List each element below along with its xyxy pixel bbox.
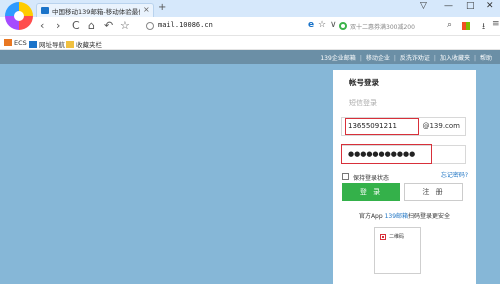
bookmarks-bar: ECS 网址导航 收藏夹栏: [0, 36, 500, 50]
bookmark-star-button[interactable]: ☆: [120, 20, 130, 32]
qr-broken-image-icon: [380, 234, 386, 240]
favorite-icon[interactable]: ☆: [318, 20, 326, 30]
login-panel: 帐号登录 短信登录 13655091211 @139.com ●●●●●●●●●…: [333, 70, 476, 284]
forgot-password-link[interactable]: 忘记密码?: [441, 170, 468, 179]
new-tab-button[interactable]: +: [158, 2, 166, 13]
tab-account-login[interactable]: 帐号登录: [349, 77, 379, 88]
dropdown-icon[interactable]: ∨: [330, 20, 337, 30]
download-icon[interactable]: ⭳: [482, 19, 485, 35]
apps-icon[interactable]: [462, 22, 470, 30]
qr-code-box: 二维码: [374, 227, 421, 274]
password-highlight: [341, 144, 432, 164]
bookmark-favorites-folder[interactable]: 收藏夹栏: [66, 39, 102, 49]
menu-icon[interactable]: ≡: [492, 19, 500, 29]
nav-link-add-favorite[interactable]: 加入收藏夹: [440, 55, 470, 62]
forward-button[interactable]: ›: [56, 20, 60, 32]
browser-tab[interactable]: 中国移动139邮箱-移动体验最佳... ×: [36, 3, 154, 17]
app-promo-link[interactable]: 139邮箱: [385, 213, 408, 220]
ie-mode-icon[interactable]: e: [308, 20, 314, 30]
search-icon[interactable]: ⌕: [447, 20, 452, 30]
nav-link-mobile-enterprise[interactable]: 移动企业: [366, 55, 390, 62]
tab-close-icon[interactable]: ×: [143, 5, 150, 14]
tab-strip: 中国移动139邮箱-移动体验最佳... × + ▽ — □ ✕: [0, 0, 500, 17]
bookmark-ecs[interactable]: ECS: [4, 39, 27, 47]
remember-login-checkbox[interactable]: [342, 173, 349, 180]
search-placeholder: 双十二惠券满300减200: [350, 24, 415, 31]
nav-icon: [29, 41, 37, 48]
nav-link-help[interactable]: 帮助: [480, 55, 492, 62]
undo-button[interactable]: ↶: [104, 20, 113, 32]
search-engine-icon: [339, 22, 347, 30]
search-input[interactable]: 双十二惠券满300减200 ⌕: [339, 20, 475, 32]
folder-icon: [66, 41, 74, 48]
remember-login-label: 保持登录状态: [353, 175, 390, 182]
username-highlight: [345, 118, 419, 135]
qr-code-label: 二维码: [389, 234, 405, 240]
nav-link-enterprise-mail[interactable]: 139企业邮箱: [320, 55, 355, 62]
reload-button[interactable]: C: [72, 20, 80, 32]
tab-title: 中国移动139邮箱-移动体验最佳...: [52, 8, 140, 16]
page-info-icon[interactable]: [146, 22, 154, 30]
tab-sms-login[interactable]: 短信登录: [349, 98, 377, 108]
back-button[interactable]: ‹: [40, 20, 44, 32]
app-promo-text: 官方App 139邮箱扫码登录更安全: [358, 213, 451, 220]
browser-logo-icon: [5, 2, 33, 30]
home-button[interactable]: ⌂: [88, 20, 95, 32]
navigation-toolbar: ‹ › C ⌂ ↶ ☆ mail.10086.cn e ☆ ∨ 双十二惠券满30…: [0, 17, 500, 36]
page-content: 139企业邮箱 | 移动企业 | 反洗诈劝证 | 加入收藏夹 | 帮助 帐号登录 短信登录 13…: [0, 50, 500, 284]
login-button[interactable]: 登 录: [342, 183, 400, 201]
minimize-button[interactable]: —: [444, 1, 453, 11]
register-button[interactable]: 注 册: [404, 183, 463, 201]
mail-favicon-icon: [41, 7, 49, 14]
skin-icon[interactable]: ▽: [420, 1, 427, 11]
site-top-nav: 139企业邮箱 | 移动企业 | 反洗诈劝证 | 加入收藏夹 | 帮助: [0, 50, 500, 64]
bookmark-nav[interactable]: 网址导航: [29, 39, 65, 49]
ecs-icon: [4, 39, 12, 46]
maximize-button[interactable]: □: [466, 1, 475, 11]
close-window-button[interactable]: ✕: [486, 1, 494, 11]
address-bar[interactable]: mail.10086.cn: [158, 21, 213, 29]
domain-suffix: @139.com: [422, 122, 460, 130]
nav-link-anti-fraud[interactable]: 反洗诈劝证: [400, 55, 430, 62]
